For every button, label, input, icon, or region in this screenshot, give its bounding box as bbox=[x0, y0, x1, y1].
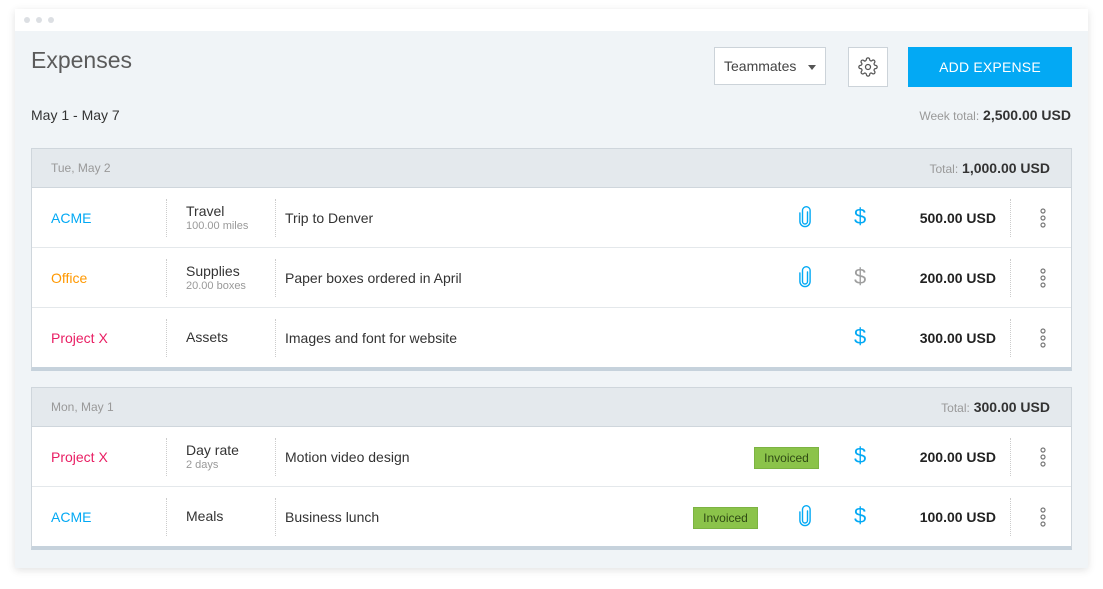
expense-row[interactable]: ACME Meals Business lunch Invoiced $100.00 U… bbox=[32, 487, 1071, 546]
category-name: Day rate bbox=[186, 442, 239, 458]
project-name[interactable]: Project X bbox=[51, 449, 108, 465]
category: Day rate 2 days bbox=[186, 443, 239, 472]
group-header: Mon, May 1 Total: 300.00 USD bbox=[32, 388, 1071, 427]
expense-amount: 300.00 USD bbox=[919, 330, 996, 346]
paperclip-icon[interactable] bbox=[798, 505, 812, 527]
category-quantity: 2 days bbox=[186, 459, 219, 471]
column-divider bbox=[275, 438, 276, 476]
category-quantity: 20.00 boxes bbox=[186, 280, 246, 292]
group-total: Total: 1,000.00 USD bbox=[929, 160, 1050, 176]
column-divider bbox=[1010, 319, 1011, 357]
week-total-value: 2,500.00 USD bbox=[983, 107, 1071, 123]
more-options-icon[interactable] bbox=[1039, 268, 1047, 288]
add-expense-button[interactable]: ADD EXPENSE bbox=[908, 47, 1072, 87]
project-name[interactable]: Project X bbox=[51, 330, 108, 346]
paperclip-icon[interactable] bbox=[798, 266, 812, 288]
group-total-label: Total: bbox=[941, 401, 970, 415]
gear-icon bbox=[858, 57, 878, 77]
window-dot-icon bbox=[48, 17, 54, 23]
column-divider bbox=[275, 199, 276, 237]
billable-dollar-icon[interactable]: $ bbox=[854, 204, 866, 230]
expense-row[interactable]: Project X Assets Images and font for websi… bbox=[32, 308, 1071, 367]
teammates-dropdown[interactable]: Teammates bbox=[714, 47, 826, 85]
column-divider bbox=[1010, 259, 1011, 297]
group-total-label: Total: bbox=[929, 162, 959, 176]
more-options-icon[interactable] bbox=[1039, 507, 1047, 527]
category-name: Travel bbox=[186, 203, 225, 219]
expense-group: Mon, May 1 Total: 300.00 USD Project X Day … bbox=[31, 387, 1072, 550]
billable-dollar-icon[interactable]: $ bbox=[854, 264, 866, 290]
expense-amount: 200.00 USD bbox=[919, 449, 996, 465]
week-total: Week total: 2,500.00 USD bbox=[919, 107, 1071, 123]
column-divider bbox=[166, 438, 167, 476]
expense-amount: 500.00 USD bbox=[919, 210, 996, 226]
project-name[interactable]: Office bbox=[51, 270, 87, 286]
category-quantity: 100.00 miles bbox=[186, 220, 249, 232]
expense-group: Tue, May 2 Total: 1,000.00 USD ACME Travel 1… bbox=[31, 148, 1072, 371]
project-name[interactable]: ACME bbox=[51, 210, 91, 226]
expense-description: Motion video design bbox=[285, 449, 410, 465]
expense-amount: 100.00 USD bbox=[919, 509, 996, 525]
expense-description: Business lunch bbox=[285, 509, 380, 525]
more-options-icon[interactable] bbox=[1039, 447, 1047, 467]
column-divider bbox=[166, 319, 167, 357]
category-name: Meals bbox=[186, 508, 224, 524]
caret-down-icon bbox=[808, 65, 816, 70]
paperclip-icon[interactable] bbox=[798, 206, 812, 228]
group-total: Total: 300.00 USD bbox=[941, 399, 1050, 415]
expense-row[interactable]: ACME Travel 100.00 miles Trip to Denver $500… bbox=[32, 188, 1071, 248]
category: Meals bbox=[186, 509, 223, 523]
category: Travel 100.00 miles bbox=[186, 204, 248, 233]
column-divider bbox=[1010, 498, 1011, 536]
column-divider bbox=[275, 319, 276, 357]
date-range: May 1 - May 7 bbox=[31, 107, 120, 123]
window-dot-icon bbox=[24, 17, 30, 23]
teammates-label: Teammates bbox=[724, 58, 797, 74]
group-date: Tue, May 2 bbox=[51, 161, 111, 175]
group-header: Tue, May 2 Total: 1,000.00 USD bbox=[32, 149, 1071, 188]
category-name: Supplies bbox=[186, 263, 240, 279]
column-divider bbox=[275, 259, 276, 297]
column-divider bbox=[166, 259, 167, 297]
more-options-icon[interactable] bbox=[1039, 208, 1047, 228]
app-window: Expenses Teammates ADD EXPENSE May 1 - M… bbox=[15, 9, 1088, 568]
expense-description: Trip to Denver bbox=[285, 210, 374, 226]
project-name[interactable]: ACME bbox=[51, 509, 91, 525]
week-total-label: Week total: bbox=[919, 109, 980, 123]
expense-description: Paper boxes ordered in April bbox=[285, 270, 462, 286]
category: Supplies 20.00 boxes bbox=[186, 264, 246, 293]
window-dot-icon bbox=[36, 17, 42, 23]
settings-button[interactable] bbox=[848, 47, 888, 87]
column-divider bbox=[275, 498, 276, 536]
expense-description: Images and font for website bbox=[285, 330, 457, 346]
column-divider bbox=[166, 498, 167, 536]
billable-dollar-icon[interactable]: $ bbox=[854, 443, 866, 469]
invoiced-badge: Invoiced bbox=[754, 447, 819, 469]
column-divider bbox=[1010, 438, 1011, 476]
expense-amount: 200.00 USD bbox=[919, 270, 996, 286]
invoiced-badge: Invoiced bbox=[693, 507, 758, 529]
expense-row[interactable]: Project X Day rate 2 days Motion video desi… bbox=[32, 427, 1071, 487]
window-titlebar bbox=[15, 9, 1088, 31]
category: Assets bbox=[186, 330, 228, 344]
column-divider bbox=[1010, 199, 1011, 237]
group-total-value: 1,000.00 USD bbox=[962, 160, 1050, 176]
column-divider bbox=[166, 199, 167, 237]
billable-dollar-icon[interactable]: $ bbox=[854, 324, 866, 350]
expense-row[interactable]: Office Supplies 20.00 boxes Paper boxes ord… bbox=[32, 248, 1071, 308]
more-options-icon[interactable] bbox=[1039, 328, 1047, 348]
category-name: Assets bbox=[186, 329, 229, 345]
group-date: Mon, May 1 bbox=[51, 400, 114, 414]
billable-dollar-icon[interactable]: $ bbox=[854, 503, 866, 529]
page-title: Expenses bbox=[31, 47, 133, 73]
group-total-value: 300.00 USD bbox=[973, 399, 1050, 415]
